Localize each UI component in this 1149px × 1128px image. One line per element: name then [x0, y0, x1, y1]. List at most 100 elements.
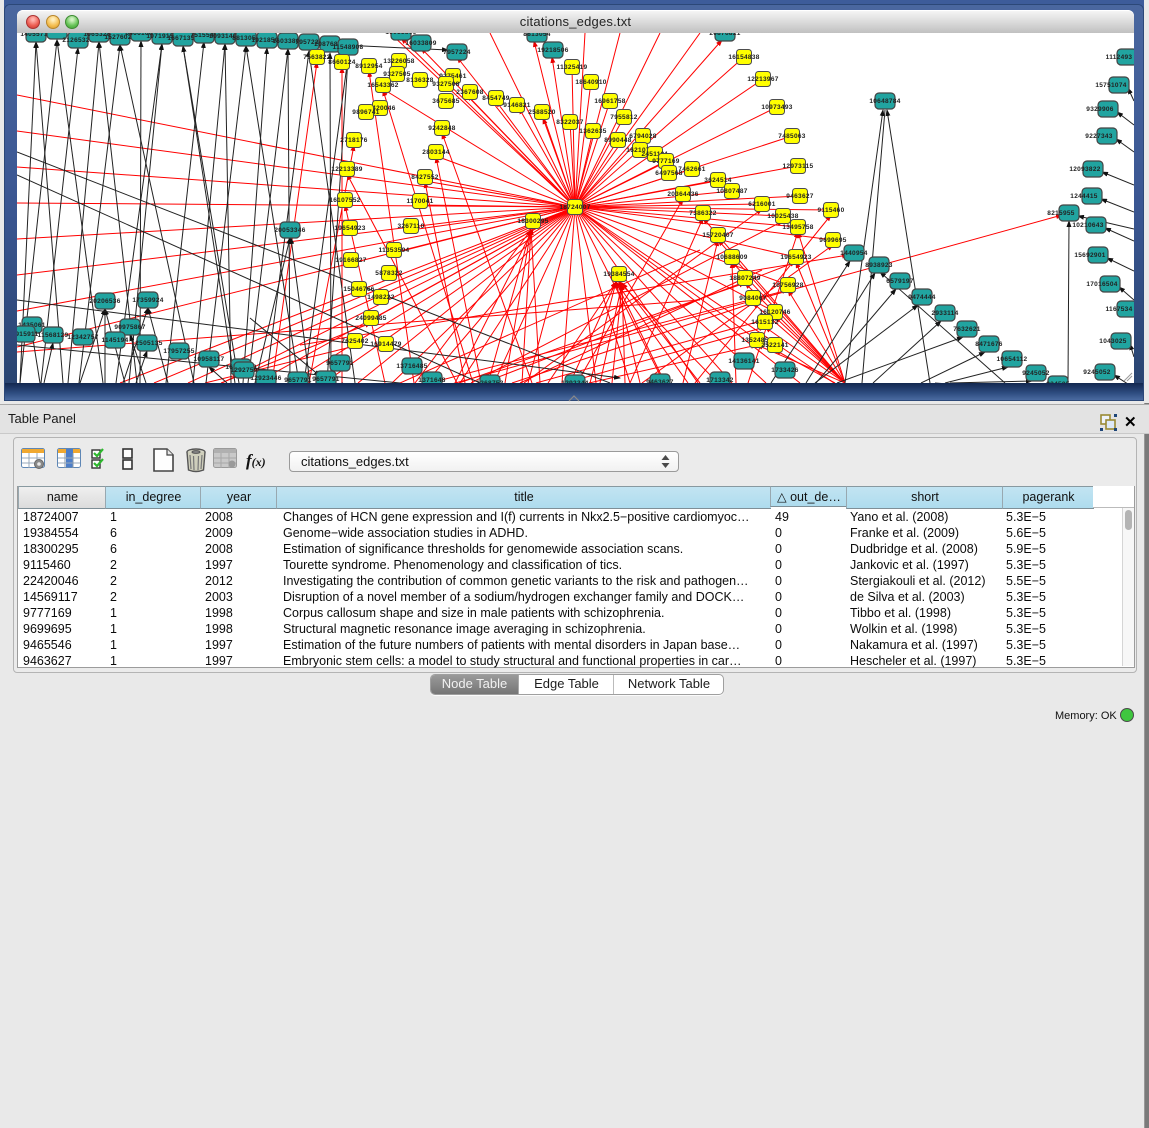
svg-text:8427552: 8427552 — [411, 174, 438, 181]
svg-text:9777169: 9777169 — [652, 158, 679, 165]
svg-text:1440954: 1440954 — [840, 250, 867, 257]
svg-text:1170041: 1170041 — [406, 198, 433, 205]
svg-text:1292344: 1292344 — [561, 380, 588, 383]
svg-text:16543362: 16543362 — [367, 82, 398, 89]
svg-text:1268753: 1268753 — [476, 380, 503, 383]
svg-text:8938923: 8938923 — [865, 262, 892, 269]
svg-text:5878322: 5878322 — [375, 270, 402, 277]
svg-text:9699695: 9699695 — [819, 237, 846, 244]
svg-text:11568129: 11568129 — [38, 332, 69, 339]
svg-text:2718176: 2718176 — [340, 137, 367, 144]
svg-text:20206536: 20206536 — [89, 298, 120, 305]
svg-text:1292759: 1292759 — [230, 367, 257, 374]
svg-text:6497568: 6497568 — [655, 170, 682, 177]
svg-text:9227343: 9227343 — [1085, 133, 1112, 140]
svg-text:10958117: 10958117 — [194, 356, 225, 363]
svg-text:6216001: 6216001 — [748, 201, 775, 208]
svg-text:13716485: 13716485 — [396, 363, 427, 370]
svg-text:9463627: 9463627 — [786, 193, 813, 200]
svg-text:10648784: 10648784 — [869, 98, 900, 105]
svg-text:3624514: 3624514 — [704, 177, 731, 184]
svg-text:8322037: 8322037 — [556, 119, 583, 126]
svg-text:7625402: 7625402 — [341, 338, 368, 345]
svg-text:16961758: 16961758 — [594, 98, 625, 105]
svg-text:7563822: 7563822 — [303, 54, 330, 61]
svg-text:12213967: 12213967 — [747, 76, 778, 83]
svg-text:19384554: 19384554 — [603, 271, 634, 278]
svg-text:15720407: 15720407 — [702, 232, 733, 239]
svg-text:8471676: 8471676 — [975, 341, 1002, 348]
svg-text:8660124: 8660124 — [328, 59, 355, 66]
svg-text:1112493: 1112493 — [1106, 54, 1133, 61]
svg-text:10807487: 10807487 — [716, 188, 747, 195]
svg-text:12973115: 12973115 — [783, 163, 814, 170]
svg-text:19218506: 19218506 — [537, 47, 568, 54]
svg-text:8215955: 8215955 — [1047, 210, 1074, 217]
svg-text:19654923: 19654923 — [780, 254, 811, 261]
svg-text:7632621: 7632621 — [953, 326, 980, 333]
svg-text:19654923: 19654923 — [334, 225, 365, 232]
svg-text:2522141: 2522141 — [761, 342, 788, 349]
svg-text:20876821: 20876821 — [709, 33, 740, 37]
svg-text:1244415: 1244415 — [1070, 193, 1097, 200]
svg-text:7485063: 7485063 — [778, 133, 805, 140]
svg-text:1371648: 1371648 — [418, 377, 445, 383]
svg-text:16914479: 16914479 — [370, 341, 401, 348]
svg-text:15046766: 15046766 — [343, 286, 374, 293]
svg-text:12505135: 12505135 — [131, 340, 162, 347]
svg-text:9463627: 9463627 — [646, 379, 673, 383]
svg-text:15751074: 15751074 — [1095, 82, 1126, 89]
svg-text:12213389: 12213389 — [331, 166, 362, 173]
svg-text:18640910: 18640910 — [575, 79, 606, 86]
svg-text:17359924: 17359924 — [132, 297, 163, 304]
svg-text:1615132: 1615132 — [751, 319, 778, 326]
svg-text:16033809: 16033809 — [405, 40, 436, 47]
svg-text:9146821: 9146821 — [503, 102, 530, 109]
svg-text:10756928: 10756928 — [772, 282, 803, 289]
svg-text:11548908: 11548908 — [333, 44, 364, 51]
svg-text:1713342: 1713342 — [706, 377, 733, 383]
svg-text:90975867: 90975867 — [114, 324, 145, 331]
svg-text:17957255: 17957255 — [163, 348, 194, 355]
svg-text:11353594: 11353594 — [379, 247, 410, 254]
svg-text:9242848: 9242848 — [428, 125, 455, 132]
svg-text:9474444: 9474444 — [908, 294, 935, 301]
svg-text:20053346: 20053346 — [274, 227, 305, 234]
svg-text:8454749: 8454749 — [482, 95, 509, 102]
svg-text:924505: 924505 — [1046, 381, 1070, 383]
svg-text:9084067: 9084067 — [739, 295, 766, 302]
svg-text:6579197: 6579197 — [886, 278, 913, 285]
svg-text:12093822: 12093822 — [1069, 166, 1100, 173]
svg-text:1167534: 1167534 — [1105, 306, 1132, 313]
svg-text:9657791: 9657791 — [312, 376, 339, 383]
svg-text:9896741: 9896741 — [352, 109, 379, 116]
svg-text:9327508: 9327508 — [432, 81, 459, 88]
svg-text:2803144: 2803144 — [422, 149, 449, 156]
svg-text:7386322: 7386322 — [689, 210, 716, 217]
svg-text:17016504: 17016504 — [1086, 281, 1117, 288]
svg-text:9329906: 9329906 — [1086, 106, 1113, 113]
svg-text:1733426: 1733426 — [771, 367, 798, 374]
svg-text:8136328: 8136328 — [406, 77, 433, 84]
svg-text:9657791: 9657791 — [326, 360, 353, 367]
svg-text:9115460: 9115460 — [817, 207, 844, 214]
svg-text:1145194: 1145194 — [101, 337, 128, 344]
svg-text:13226058: 13226058 — [383, 58, 414, 65]
svg-text:10210643: 10210643 — [1072, 222, 1103, 229]
svg-text:7955812: 7955812 — [610, 114, 637, 121]
svg-text:8912954: 8912954 — [355, 63, 382, 70]
svg-text:16107552: 16107552 — [329, 197, 360, 204]
svg-text:2588520: 2588520 — [528, 109, 555, 116]
svg-text:1043025: 1043025 — [1099, 338, 1126, 345]
svg-text:3915911: 3915911 — [17, 331, 39, 338]
svg-text:19166827: 19166827 — [335, 257, 366, 264]
svg-text:18300295: 18300295 — [517, 218, 548, 225]
svg-text:13495758: 13495758 — [782, 224, 813, 231]
svg-text:20364436: 20364436 — [667, 191, 698, 198]
svg-text:14136141: 14136141 — [728, 358, 759, 365]
svg-text:7957224: 7957224 — [443, 49, 470, 56]
svg-text:9657791: 9657791 — [284, 377, 311, 383]
svg-text:1362635: 1362635 — [579, 128, 606, 135]
svg-text:12342757: 12342757 — [67, 334, 98, 341]
svg-text:8813054: 8813054 — [523, 33, 550, 38]
